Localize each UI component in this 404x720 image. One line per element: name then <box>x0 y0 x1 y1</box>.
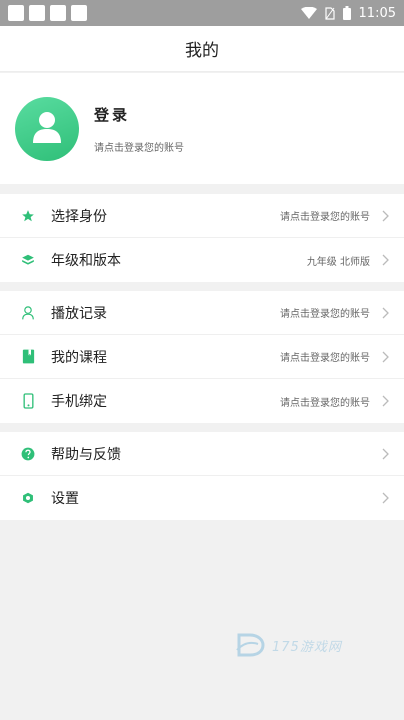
help-icon <box>20 446 36 462</box>
wifi-icon <box>300 7 317 19</box>
menu-item-label: 播放记录 <box>51 305 107 322</box>
watermark: 175游戏网 <box>236 632 342 658</box>
phone-icon <box>20 393 36 409</box>
layers-icon <box>20 252 36 268</box>
chevron-right-icon <box>382 351 389 362</box>
menu-item-my-courses[interactable]: 我的课程 请点击登录您的账号 <box>0 335 404 379</box>
menu-item-value: 请点击登录您的账号 <box>280 212 370 223</box>
menu-item-settings[interactable]: 设置 <box>0 476 404 520</box>
menu-item-label: 设置 <box>51 491 79 507</box>
user-silhouette-icon <box>33 111 61 143</box>
menu-item-label: 手机绑定 <box>51 394 107 410</box>
menu-item-phone-binding[interactable]: 手机绑定 请点击登录您的账号 <box>0 379 404 423</box>
watermark-text: 175游戏网 <box>272 639 342 655</box>
book-icon <box>20 349 36 365</box>
chevron-right-icon <box>382 307 389 318</box>
page-title: 我的 <box>185 41 219 61</box>
chevron-right-icon <box>382 254 389 266</box>
profile-card[interactable]: 登录 请点击登录您的账号 <box>0 73 404 184</box>
menu-item-value: 请点击登录您的账号 <box>280 397 370 409</box>
menu-item-value: 九年级 北师版 <box>306 256 370 268</box>
chevron-right-icon <box>382 210 389 221</box>
chevron-right-icon <box>382 448 389 459</box>
menu-group-support: 帮助与反馈 设置 <box>0 432 404 520</box>
chevron-right-icon <box>382 492 389 504</box>
no-sim-icon <box>324 6 335 20</box>
screen: 11:05 我的 登录 请点击登录您的账号 选择身份 请点击登录您的账号 年级和… <box>0 0 404 720</box>
profile-text: 登录 请点击登录您的账号 <box>94 104 184 154</box>
menu-item-select-identity[interactable]: 选择身份 请点击登录您的账号 <box>0 194 404 238</box>
person-icon <box>20 305 36 321</box>
avatar[interactable] <box>15 96 79 161</box>
menu-item-grade-version[interactable]: 年级和版本 九年级 北师版 <box>0 238 404 282</box>
title-bar: 我的 <box>0 26 404 72</box>
login-hint: 请点击登录您的账号 <box>94 142 184 154</box>
login-label[interactable]: 登录 <box>94 104 184 125</box>
notification-icon <box>50 5 66 21</box>
notification-icon <box>71 5 87 21</box>
menu-item-value: 请点击登录您的账号 <box>280 353 370 364</box>
menu-item-play-history[interactable]: 播放记录 请点击登录您的账号 <box>0 291 404 335</box>
clock: 11:05 <box>358 5 396 21</box>
menu-item-help-feedback[interactable]: 帮助与反馈 <box>0 432 404 476</box>
chevron-right-icon <box>382 395 389 407</box>
watermark-logo-icon <box>236 633 265 657</box>
menu-item-label: 我的课程 <box>51 349 107 366</box>
menu-group-learning: 播放记录 请点击登录您的账号 我的课程 请点击登录您的账号 手机绑定 请点击登录… <box>0 291 404 423</box>
menu-item-label: 年级和版本 <box>51 253 121 269</box>
menu-item-label: 选择身份 <box>51 208 107 225</box>
settings-icon <box>20 490 36 506</box>
notification-icons <box>8 5 87 21</box>
star-icon <box>20 208 36 224</box>
notification-icon <box>29 5 45 21</box>
system-icons: 11:05 <box>300 5 396 21</box>
menu-group-identity: 选择身份 请点击登录您的账号 年级和版本 九年级 北师版 <box>0 194 404 282</box>
notification-icon <box>8 5 24 21</box>
status-bar: 11:05 <box>0 0 404 26</box>
battery-icon <box>342 6 351 20</box>
menu-item-label: 帮助与反馈 <box>51 446 121 463</box>
menu-item-value: 请点击登录您的账号 <box>280 309 370 320</box>
